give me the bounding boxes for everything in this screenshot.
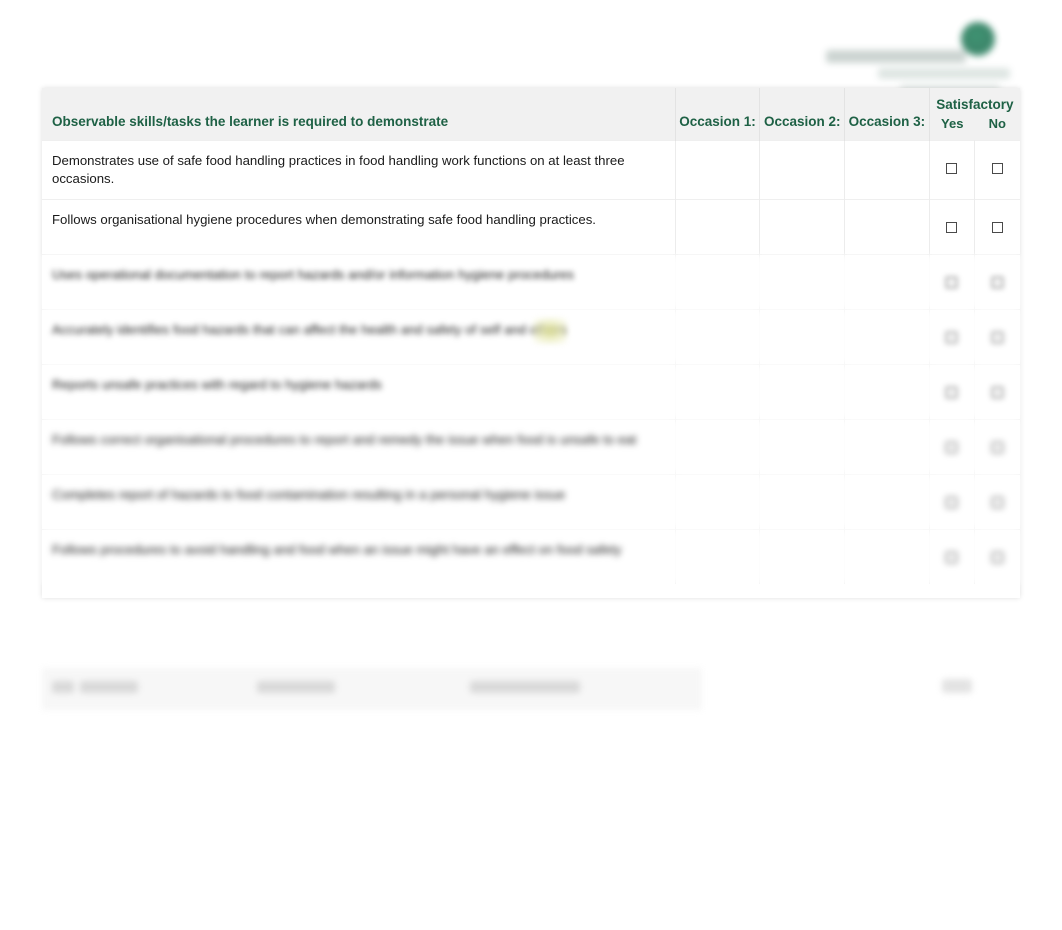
column-header-satisfactory-group: Satisfactory Yes No [929,88,1020,141]
table-header: Observable skills/tasks the learner is r… [42,88,1020,141]
logo-text-line [826,50,966,63]
occasion-1-input-cell[interactable] [675,473,761,530]
column-header-no: No [988,116,1006,131]
table-row: Accurately identifies food hazards that … [42,308,1020,365]
occasion-2-input-cell[interactable] [759,418,846,475]
checkbox-yes-icon[interactable] [946,386,958,398]
satisfactory-yes-cell[interactable] [929,140,976,200]
occasion-3-input-cell[interactable] [844,473,930,530]
column-header-occasion-1: Occasion 1: [675,88,761,141]
task-description: Follows correct organisational procedure… [42,418,676,475]
satisfactory-no-cell[interactable] [974,308,1020,365]
column-header-yes: Yes [941,116,964,131]
satisfactory-yes-cell[interactable] [929,198,976,255]
occasion-2-input-cell[interactable] [759,140,846,200]
checkbox-no-icon[interactable] [992,551,1004,563]
assessment-checklist-table: Observable skills/tasks the learner is r… [42,88,1020,598]
footer-text-segment [52,681,74,693]
logo-text-line [878,68,1010,79]
occasion-2-input-cell[interactable] [759,198,846,255]
footer-page-marker [942,679,972,693]
table-row: Demonstrates use of safe food handling p… [42,140,1020,200]
occasion-3-input-cell[interactable] [844,140,930,200]
checkbox-no-icon[interactable] [992,276,1004,288]
table-body: Demonstrates use of safe food handling p… [42,140,1020,585]
checkbox-no-icon[interactable] [992,163,1004,174]
occasion-1-input-cell[interactable] [675,198,761,255]
occasion-3-input-cell[interactable] [844,198,930,255]
task-description: Follows organisational hygiene procedure… [42,198,676,255]
checkbox-yes-icon[interactable] [946,331,958,343]
checkbox-yes-icon[interactable] [946,276,958,288]
footer-text-segment [257,681,335,693]
table-row: Follows procedures to avoid handling and… [42,528,1020,585]
footer-text-segment [470,681,580,693]
satisfactory-no-cell[interactable] [974,473,1020,530]
footer-band [42,668,702,710]
column-header-task: Observable skills/tasks the learner is r… [42,88,676,141]
task-description: Completes report of hazards to food cont… [42,473,676,530]
occasion-1-input-cell[interactable] [675,418,761,475]
table-row: Reports unsafe practices with regard to … [42,363,1020,420]
satisfactory-yes-cell[interactable] [929,308,976,365]
satisfactory-yes-cell[interactable] [929,473,976,530]
column-header-satisfactory: Satisfactory [936,97,1014,112]
checkbox-yes-icon[interactable] [946,221,958,233]
occasion-1-input-cell[interactable] [675,528,761,585]
occasion-3-input-cell[interactable] [844,363,930,420]
checkbox-yes-icon[interactable] [946,441,958,453]
checkbox-no-icon[interactable] [992,221,1004,233]
table-row: Uses operational documentation to report… [42,253,1020,310]
task-description: Reports unsafe practices with regard to … [42,363,676,420]
satisfactory-no-cell[interactable] [974,253,1020,310]
task-description: Follows procedures to avoid handling and… [42,528,676,585]
occasion-1-input-cell[interactable] [675,363,761,420]
occasion-2-input-cell[interactable] [759,363,846,420]
checkbox-no-icon[interactable] [992,496,1004,508]
task-description: Uses operational documentation to report… [42,253,676,310]
occasion-3-input-cell[interactable] [844,308,930,365]
satisfactory-no-cell[interactable] [974,140,1020,200]
occasion-2-input-cell[interactable] [759,473,846,530]
task-description: Demonstrates use of safe food handling p… [42,140,676,200]
occasion-2-input-cell[interactable] [759,253,846,310]
satisfactory-yes-cell[interactable] [929,363,976,420]
footer-text-segment [80,681,138,693]
satisfactory-no-cell[interactable] [974,528,1020,585]
occasion-2-input-cell[interactable] [759,528,846,585]
satisfactory-no-cell[interactable] [974,198,1020,255]
task-description: Accurately identifies food hazards that … [42,308,676,365]
satisfactory-yes-cell[interactable] [929,528,976,585]
checkbox-no-icon[interactable] [992,441,1004,453]
checkbox-no-icon[interactable] [992,331,1004,343]
document-page: Observable skills/tasks the learner is r… [0,0,1062,930]
occasion-1-input-cell[interactable] [675,308,761,365]
satisfactory-no-cell[interactable] [974,418,1020,475]
satisfactory-yes-cell[interactable] [929,418,976,475]
table-row: Completes report of hazards to food cont… [42,473,1020,530]
checkbox-yes-icon[interactable] [946,551,958,563]
page-footer [42,665,1022,713]
column-header-occasion-3: Occasion 3: [844,88,930,141]
occasion-3-input-cell[interactable] [844,253,930,310]
occasion-3-input-cell[interactable] [844,418,930,475]
occasion-3-input-cell[interactable] [844,528,930,585]
checkbox-yes-icon[interactable] [946,496,958,508]
satisfactory-no-cell[interactable] [974,363,1020,420]
column-header-occasion-2: Occasion 2: [759,88,846,141]
occasion-2-input-cell[interactable] [759,308,846,365]
occasion-1-input-cell[interactable] [675,253,761,310]
occasion-1-input-cell[interactable] [675,140,761,200]
satisfactory-yes-cell[interactable] [929,253,976,310]
checkbox-yes-icon[interactable] [946,163,958,174]
table-row: Follows correct organisational procedure… [42,418,1020,475]
checkbox-no-icon[interactable] [992,386,1004,398]
logo-circle-icon [961,22,995,56]
table-row: Follows organisational hygiene procedure… [42,198,1020,255]
